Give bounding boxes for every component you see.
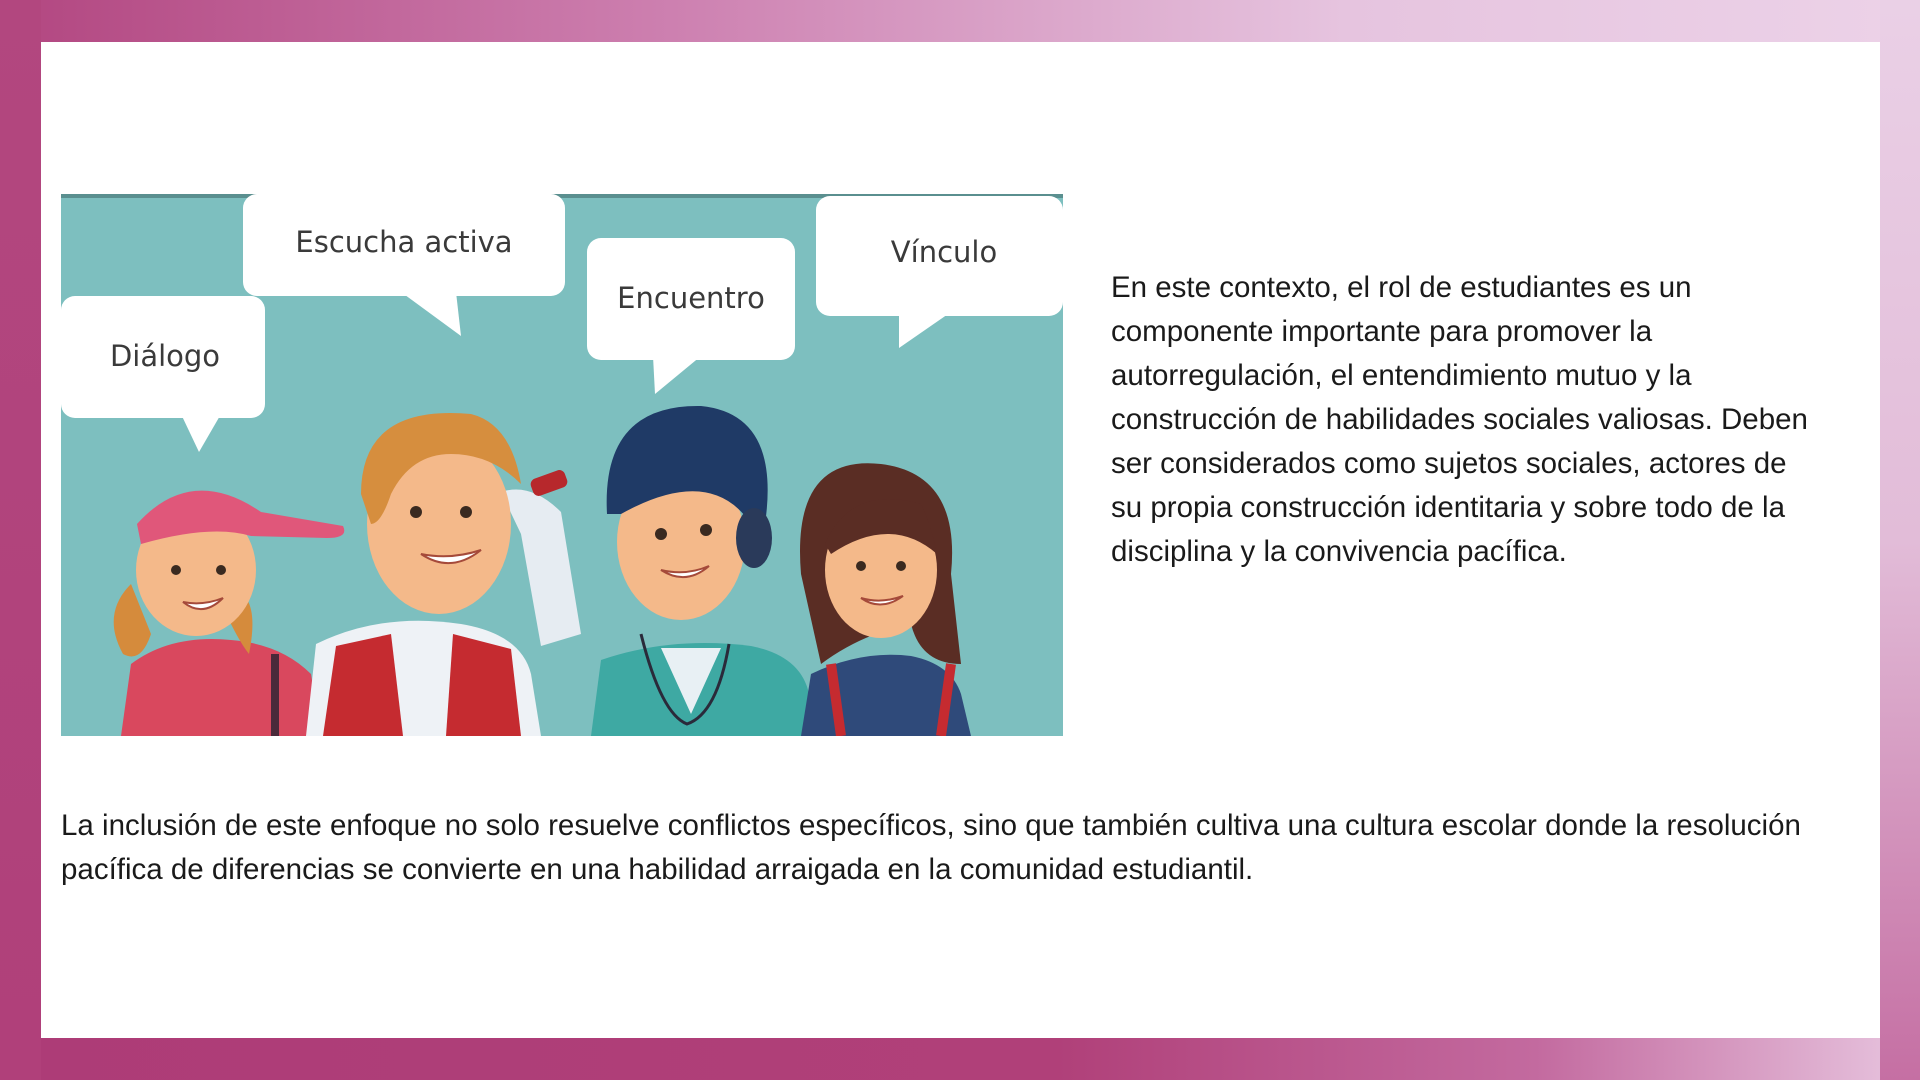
- illustration-graphic: Escucha activa Encuentro Vínculo Diálogo: [61, 194, 1063, 736]
- bottom-paragraph: La inclusión de este enfoque no solo res…: [61, 809, 1801, 886]
- students-dialogue-illustration: Escucha activa Encuentro Vínculo Diálogo: [61, 194, 1063, 736]
- slide-canvas: Escucha activa Encuentro Vínculo Diálogo: [41, 42, 1880, 1038]
- bubble-escucha-label: Escucha activa: [295, 225, 512, 259]
- background-bottom-band: [0, 1038, 1920, 1080]
- bubble-dialogo-label: Diálogo: [110, 339, 220, 373]
- bubble-vinculo-label: Vínculo: [891, 235, 997, 269]
- bubble-encuentro-label: Encuentro: [617, 281, 765, 315]
- side-paragraph: En este contexto, el rol de estudiantes …: [1111, 271, 1808, 568]
- background-right-band: [1880, 0, 1920, 1080]
- background-left-band: [0, 0, 41, 1080]
- background-top-band: [0, 0, 1920, 42]
